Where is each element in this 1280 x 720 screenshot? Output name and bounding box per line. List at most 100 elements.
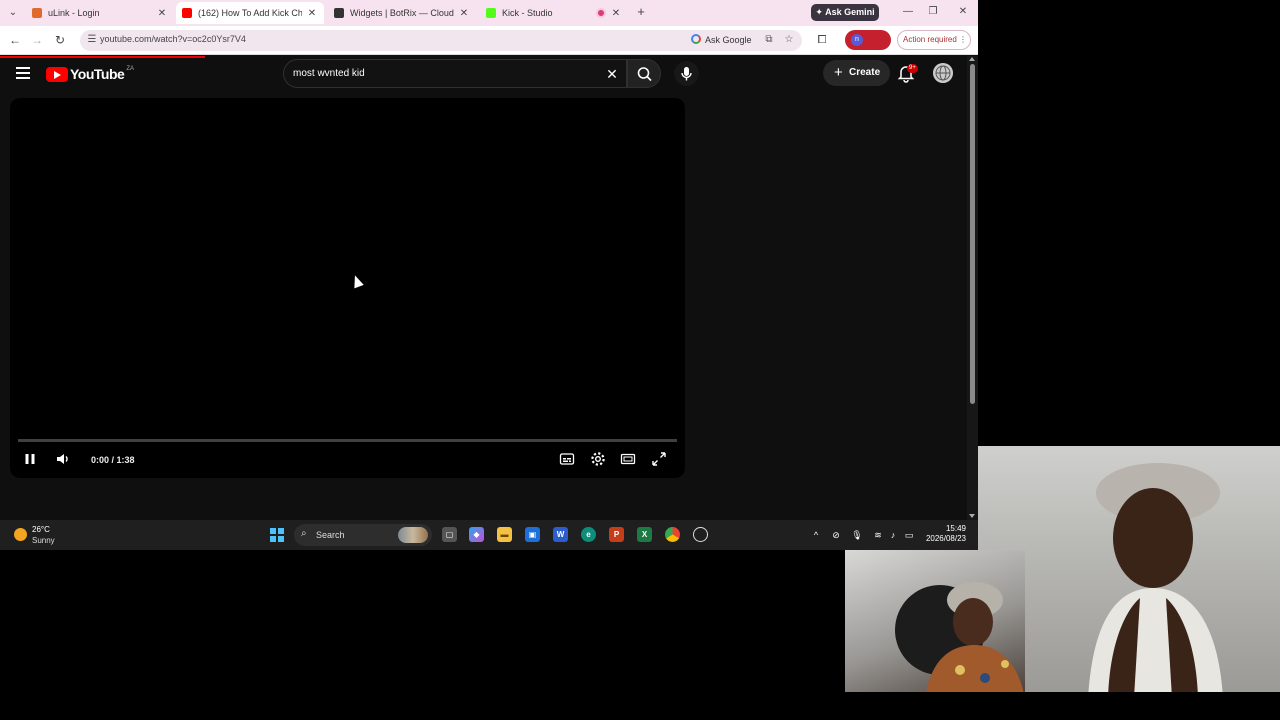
battery-icon[interactable]: ▭ (903, 529, 915, 541)
kebab-menu-icon[interactable]: ⋮ (959, 35, 967, 44)
notification-badge: 9+ (907, 64, 918, 73)
url-text[interactable]: youtube.com/watch?v=oc2c0Ysr7V4 (100, 34, 246, 44)
clock-time: 15:49 (945, 524, 966, 533)
reload-icon[interactable]: ↻ (53, 33, 67, 47)
windows-taskbar: 26°C Sunny ⌕ Search ▢ ◆ ▬ ▣ W e P X ^ ⊘ … (0, 520, 978, 550)
edge-icon[interactable]: e (581, 527, 596, 542)
search-icon: ⌕ (301, 528, 307, 539)
taskbar-search-label: Search (316, 530, 345, 540)
search-query-text[interactable]: most wvnted kid (293, 68, 365, 79)
tab-title: (162) How To Add Kick Chat Ov (198, 8, 302, 18)
weather-temperature[interactable]: 26°C (32, 525, 50, 534)
scroll-down-arrow-icon[interactable] (969, 514, 975, 518)
youtube-logo[interactable]: YouTube ZA (46, 66, 134, 82)
microphone-tray-icon[interactable]: 🎙 (851, 529, 863, 541)
browser-toolbar: ← → ↻ ☰ youtube.com/watch?v=oc2c0Ysr7V4 … (0, 26, 978, 55)
ulink-favicon-icon (32, 8, 42, 18)
microsoft-store-icon[interactable]: ▣ (525, 527, 540, 542)
taskbar-search-box[interactable]: ⌕ Search (294, 524, 432, 546)
file-explorer-icon[interactable]: ▬ (497, 527, 512, 542)
scrollbar-thumb[interactable] (970, 64, 975, 404)
new-tab-plus-icon[interactable]: + (634, 5, 648, 19)
restore-icon[interactable]: ❐ (926, 5, 940, 19)
install-app-icon[interactable]: ⧉ (762, 33, 776, 47)
video-player[interactable]: 0:00 / 1:38 (10, 98, 685, 478)
ask-gemini-label: Ask Gemini (825, 7, 875, 17)
tab-title: uLink - Login (48, 8, 100, 18)
youtube-favicon-icon (182, 8, 192, 18)
ask-gemini-button[interactable]: ✦ Ask Gemini (811, 4, 879, 21)
weather-condition[interactable]: Sunny (32, 536, 55, 545)
show-hidden-icons-chevron-icon[interactable]: ^ (810, 529, 822, 541)
time-display: 0:00 / 1:38 (91, 455, 135, 465)
bookmark-star-icon[interactable]: ☆ (782, 33, 796, 47)
close-tab-icon[interactable]: ✕ (458, 8, 470, 19)
plus-icon: + (834, 64, 843, 81)
speaker-icon[interactable]: ♪ (887, 529, 899, 541)
close-window-icon[interactable]: ✕ (956, 5, 970, 19)
tab-botrix[interactable]: Widgets | BotRix — Cloud Stre ✕ (328, 2, 476, 24)
clock-date: 2026/08/23 (925, 534, 966, 543)
windows-start-icon[interactable] (270, 528, 284, 542)
create-button[interactable]: + Create (823, 60, 890, 86)
tab-kick-studio[interactable]: Kick - Studio ✕ (480, 2, 628, 24)
excel-icon[interactable]: X (637, 527, 652, 542)
wifi-icon[interactable]: ≋ (872, 529, 884, 541)
theater-mode-button[interactable] (620, 451, 636, 467)
sun-weather-icon[interactable] (14, 528, 27, 541)
copilot-icon[interactable]: ◆ (469, 527, 484, 542)
microphone-icon (681, 67, 692, 81)
profile-button[interactable]: n (845, 30, 891, 50)
powerpoint-icon[interactable]: P (609, 527, 624, 542)
person-image (1088, 463, 1223, 692)
tab-strip: ⌄ uLink - Login ✕ (162) How To Add Kick … (0, 0, 978, 26)
address-bar[interactable]: ☰ youtube.com/watch?v=oc2c0Ysr7V4 Ask Go… (80, 30, 802, 51)
subtitles-icon (559, 453, 575, 465)
gear-icon (591, 452, 605, 466)
notifications-muted-icon[interactable]: ⊘ (830, 529, 842, 541)
obs-recording-icon[interactable] (693, 527, 708, 542)
back-arrow-icon[interactable]: ← (8, 33, 22, 47)
forward-arrow-icon[interactable]: → (30, 33, 44, 47)
mouse-cursor (350, 273, 364, 289)
scroll-up-arrow-icon[interactable] (969, 57, 975, 61)
fullscreen-button[interactable] (651, 451, 667, 467)
tab-youtube[interactable]: (162) How To Add Kick Chat Ov ✕ (176, 2, 324, 24)
close-tab-icon[interactable]: ✕ (306, 8, 318, 19)
task-view-icon[interactable]: ▢ (442, 527, 457, 542)
ask-google-label: Ask Google (705, 35, 752, 45)
webcam-overlay-secondary (845, 550, 1025, 692)
page-load-progress (0, 56, 205, 58)
voice-search-button[interactable] (674, 61, 699, 86)
close-tab-icon[interactable]: ✕ (610, 8, 622, 19)
minimize-icon[interactable]: — (901, 5, 915, 19)
mute-button[interactable] (55, 451, 71, 467)
taskbar-clock[interactable]: 15:49 2026/08/23 (922, 524, 966, 544)
search-input[interactable]: most wvnted kid ✕ (283, 59, 627, 88)
search-button[interactable] (627, 59, 661, 88)
site-info-icon[interactable]: ☰ (85, 33, 99, 47)
word-icon[interactable]: W (553, 527, 568, 542)
recording-indicator-icon (596, 8, 606, 18)
action-required-button[interactable]: Action required ⋮ (897, 30, 971, 50)
tab-search-chevron-icon[interactable]: ⌄ (6, 6, 20, 20)
ask-google-button[interactable]: Ask Google (691, 32, 752, 49)
progress-bar[interactable] (18, 439, 677, 442)
tab-title: Widgets | BotRix — Cloud Stre (350, 8, 454, 18)
pause-button[interactable] (22, 451, 38, 467)
clear-search-icon[interactable]: ✕ (604, 66, 620, 82)
tab-ulink[interactable]: uLink - Login ✕ (26, 2, 174, 24)
close-tab-icon[interactable]: ✕ (156, 8, 168, 19)
botrix-favicon-icon (334, 8, 344, 18)
guide-menu-icon[interactable] (16, 67, 30, 79)
fullscreen-icon (652, 452, 666, 466)
google-lens-icon (691, 34, 701, 44)
subtitles-button[interactable] (559, 451, 575, 467)
account-avatar[interactable] (933, 63, 953, 83)
page-scrollbar[interactable] (967, 56, 978, 520)
chrome-icon[interactable] (665, 527, 680, 542)
create-label: Create (849, 67, 881, 78)
settings-button[interactable] (590, 451, 606, 467)
extensions-icon[interactable]: ⧠ (815, 33, 829, 47)
browser-window: ⌄ uLink - Login ✕ (162) How To Add Kick … (0, 0, 978, 520)
